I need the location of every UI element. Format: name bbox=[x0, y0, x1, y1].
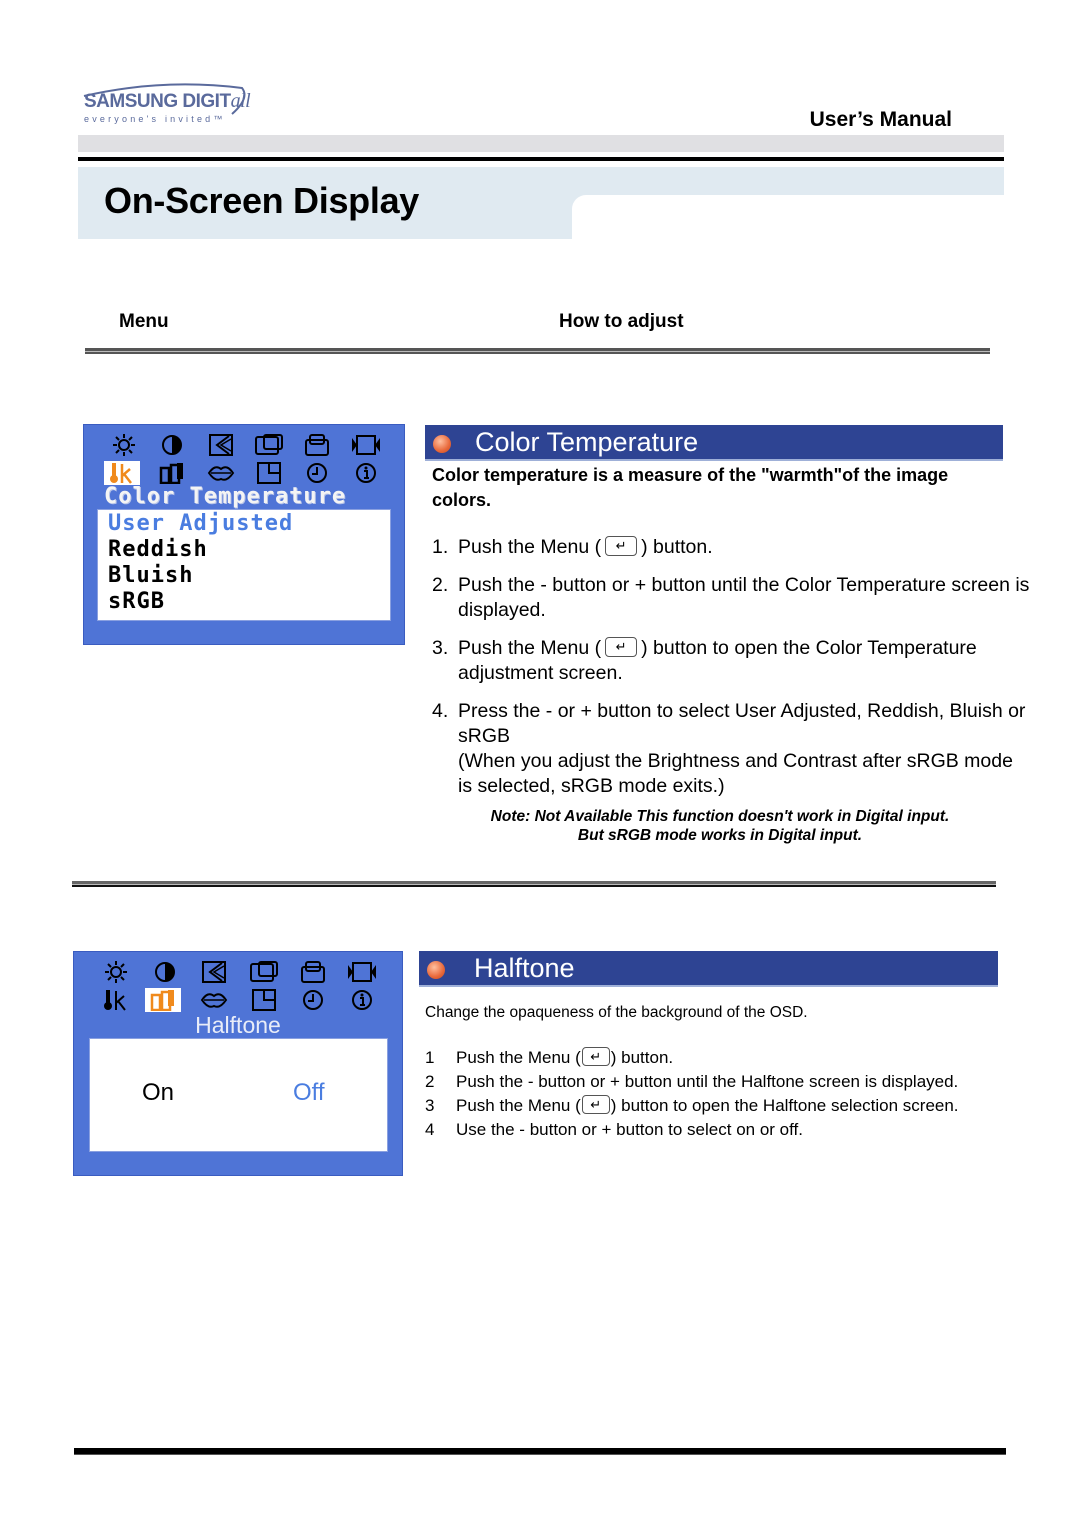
step: 4 Use the - button or + button to select… bbox=[425, 1118, 1045, 1142]
image-lock-icon bbox=[297, 433, 337, 457]
information-icon bbox=[346, 461, 386, 485]
osd-option-off[interactable]: Off bbox=[293, 1079, 325, 1107]
contrast-icon bbox=[152, 433, 192, 457]
color-temperature-icon bbox=[96, 988, 136, 1012]
note-line: But sRGB mode works in Digital input. bbox=[577, 827, 863, 844]
contrast-icon bbox=[145, 960, 185, 984]
osd-option-on[interactable]: On bbox=[142, 1079, 174, 1107]
column-header-menu: Menu bbox=[119, 311, 169, 332]
step-number: 1 bbox=[425, 1048, 435, 1067]
osd-option-list: User Adjusted Reddish Bluish sRGB bbox=[97, 509, 391, 621]
zoom-icon bbox=[342, 960, 382, 984]
image-lock-icon bbox=[293, 960, 333, 984]
language-icon bbox=[194, 988, 234, 1012]
color-temperature-steps: 1. Push the Menu (↵) button. 2. Push the… bbox=[432, 535, 1032, 812]
osd-heading: Color Temperature bbox=[104, 484, 347, 509]
section-title: Halftone bbox=[474, 953, 575, 983]
osd-icon-grid bbox=[104, 433, 394, 485]
osd-option-user-adjusted[interactable]: User Adjusted bbox=[108, 511, 390, 537]
size-icon bbox=[249, 433, 289, 457]
step-text: Push the Menu (↵) button. bbox=[456, 1047, 674, 1067]
osd-position-icon bbox=[249, 461, 289, 485]
osd-option-panel: On Off bbox=[89, 1038, 388, 1152]
osd-option-reddish[interactable]: Reddish bbox=[108, 537, 390, 563]
section-intro: Color temperature is a measure of the "w… bbox=[432, 465, 949, 510]
step-text: Push the - button or + button until the … bbox=[456, 1072, 959, 1091]
osd-color-temperature: Color Temperature User Adjusted Reddish … bbox=[83, 424, 405, 645]
halftone-steps: 1 Push the Menu (↵) button. 2 Push the -… bbox=[425, 1046, 1045, 1142]
zoom-icon bbox=[346, 433, 386, 457]
divider bbox=[72, 881, 996, 887]
step-text: Press the - or + button to select User A… bbox=[458, 700, 1026, 797]
step-text: Push the - button or + button until the … bbox=[458, 574, 1030, 621]
osd-position-icon bbox=[244, 988, 284, 1012]
bullet-icon bbox=[427, 961, 445, 979]
information-icon bbox=[342, 988, 382, 1012]
manual-title: User’s Manual bbox=[809, 108, 952, 131]
step: 3. Push the Menu (↵) button to open the … bbox=[432, 636, 1032, 686]
step-number: 2 bbox=[425, 1072, 435, 1091]
samsung-logo: SAMSUNG DIGITall everyone's invited™ bbox=[82, 82, 252, 130]
language-icon bbox=[201, 461, 241, 485]
osd-icon-grid bbox=[96, 960, 391, 1012]
logo-tagline: everyone's invited™ bbox=[84, 114, 226, 124]
position-icon bbox=[201, 433, 241, 457]
bullet-icon bbox=[433, 435, 451, 453]
step-text: Push the Menu (↵) button to open the Hal… bbox=[456, 1095, 959, 1115]
step: 3 Push the Menu (↵) button to open the H… bbox=[425, 1094, 1045, 1118]
footer-rule bbox=[74, 1448, 1006, 1455]
step: 2 Push the - button or + button until th… bbox=[425, 1070, 1045, 1094]
title-band-corner bbox=[572, 195, 586, 209]
step-text: Use the - button or + button to select o… bbox=[456, 1120, 803, 1139]
step-number: 3 bbox=[425, 1096, 435, 1115]
section-header-color-temperature: Color Temperature bbox=[425, 425, 1003, 461]
step: 2. Push the - button or + button until t… bbox=[432, 573, 1032, 623]
step-number: 1. bbox=[432, 536, 449, 558]
step-text: Push the Menu (↵) button. bbox=[458, 535, 713, 558]
osd-option-bluish[interactable]: Bluish bbox=[108, 563, 390, 589]
osd-halftone: Halftone On Off bbox=[73, 951, 403, 1176]
osd-option-srgb[interactable]: sRGB bbox=[108, 589, 390, 615]
step-number: 4. bbox=[432, 700, 449, 722]
step-number: 2. bbox=[432, 574, 449, 596]
step-number: 4 bbox=[425, 1120, 435, 1139]
menu-button-icon: ↵ bbox=[581, 1095, 610, 1115]
size-icon bbox=[244, 960, 284, 984]
menu-button-icon: ↵ bbox=[605, 636, 638, 657]
osd-timer-icon bbox=[293, 988, 333, 1012]
note-line: Note: Not Available This function doesn'… bbox=[490, 808, 950, 825]
halftone-icon bbox=[152, 461, 192, 485]
osd-timer-icon bbox=[297, 461, 337, 485]
brightness-icon bbox=[96, 960, 136, 984]
step-subtext: (When you adjust the Brightness and Cont… bbox=[458, 750, 1013, 797]
menu-button-icon: ↵ bbox=[581, 1047, 610, 1067]
divider bbox=[85, 348, 990, 354]
step: 4. Press the - or + button to select Use… bbox=[432, 699, 1032, 799]
position-icon bbox=[194, 960, 234, 984]
section-header-halftone: Halftone bbox=[419, 951, 998, 987]
title-band-extension bbox=[572, 167, 1004, 195]
step-number: 3. bbox=[432, 637, 449, 659]
header-band bbox=[78, 135, 1004, 152]
note: Note: Not Available This function doesn'… bbox=[440, 807, 1000, 845]
osd-heading: Halftone bbox=[195, 1012, 281, 1038]
step: 1. Push the Menu (↵) button. bbox=[432, 535, 1032, 560]
column-header-how-to-adjust: How to adjust bbox=[559, 311, 684, 332]
header-rule bbox=[78, 157, 1004, 161]
brightness-icon bbox=[104, 433, 144, 457]
color-temperature-icon[interactable] bbox=[104, 461, 140, 485]
section-intro: Change the opaqueness of the background … bbox=[425, 1004, 808, 1021]
step-text: Push the Menu (↵) button to open the Col… bbox=[458, 636, 977, 684]
page-title: On-Screen Display bbox=[104, 180, 420, 221]
menu-button-icon: ↵ bbox=[605, 535, 638, 556]
section-title: Color Temperature bbox=[475, 427, 699, 457]
step: 1 Push the Menu (↵) button. bbox=[425, 1046, 1045, 1070]
logo-brand: SAMSUNG DIGITall bbox=[84, 90, 251, 112]
halftone-icon[interactable] bbox=[145, 988, 182, 1012]
